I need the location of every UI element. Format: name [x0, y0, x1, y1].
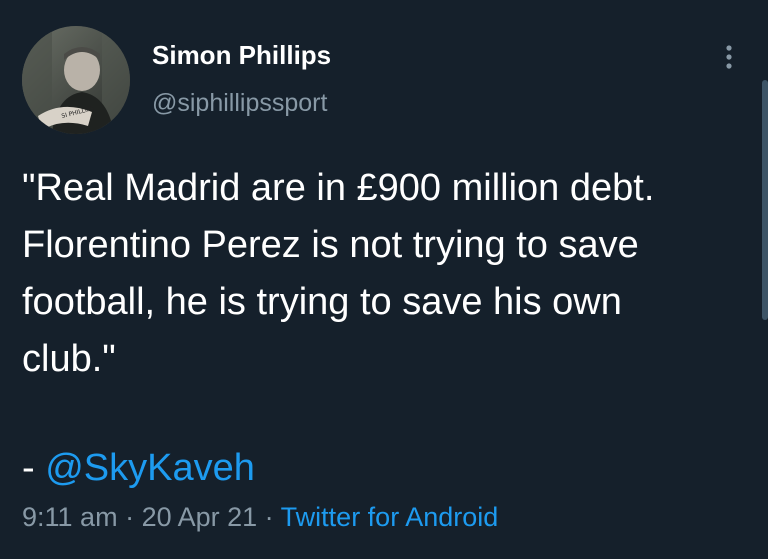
tweet-card: SI PHILLIPS Simon Phillips @siphillipssp… [0, 0, 768, 559]
attribution-prefix: - [22, 447, 46, 489]
meta-separator: · [257, 502, 281, 532]
tweet-attribution: - @SkyKaveh [22, 440, 255, 497]
tweet-date: 20 Apr 21 [141, 502, 258, 532]
author-name[interactable]: Simon Phillips [152, 40, 331, 71]
author-handle[interactable]: @siphillipssport [152, 89, 327, 118]
avatar-photo: SI PHILLIPS [22, 26, 130, 134]
avatar[interactable]: SI PHILLIPS [22, 26, 130, 134]
tweet-text: "Real Madrid are in £900 million debt. F… [22, 167, 655, 380]
scrollbar[interactable] [762, 80, 768, 320]
tweet-meta: 9:11 am · 20 Apr 21 · Twitter for Androi… [22, 502, 498, 533]
tweet-source-link[interactable]: Twitter for Android [281, 502, 499, 532]
more-vertical-icon[interactable] [720, 43, 738, 71]
meta-separator: · [117, 502, 142, 532]
mention-link[interactable]: @SkyKaveh [45, 447, 255, 489]
tweet-time: 9:11 am [22, 502, 118, 532]
